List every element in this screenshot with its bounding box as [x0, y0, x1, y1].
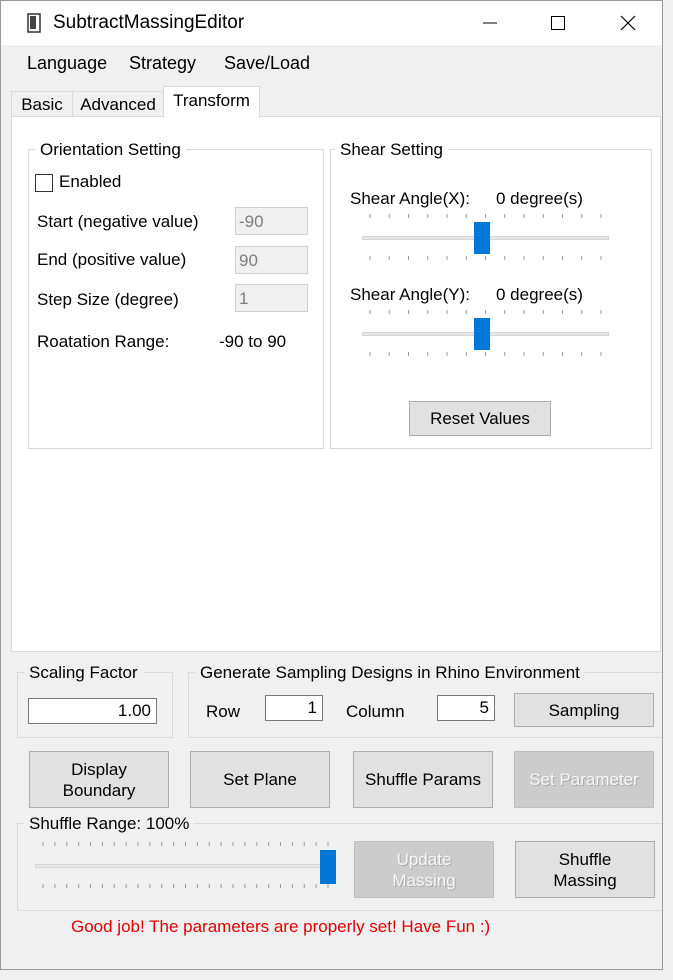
tab-transform[interactable]: Transform: [163, 86, 260, 118]
tab-advanced[interactable]: Advanced: [72, 91, 164, 117]
window-title: SubtractMassingEditor: [53, 12, 245, 33]
display-boundary-button[interactable]: Display Boundary: [29, 751, 169, 808]
slider-ticks-top: [42, 842, 329, 846]
shuffle-range-label: Shuffle Range: 100%: [24, 814, 195, 834]
slider-ticks-top: [369, 214, 602, 218]
shuffle-range-slider[interactable]: [35, 842, 336, 890]
close-button[interactable]: [605, 1, 651, 45]
menu-strategy[interactable]: Strategy: [129, 53, 196, 74]
slider-ticks-bottom: [369, 352, 602, 356]
sampling-group-title: Generate Sampling Designs in Rhino Envir…: [195, 663, 585, 683]
rotation-range-value: -90 to 90: [219, 332, 287, 351]
row-input[interactable]: 1: [265, 695, 323, 721]
set-parameter-button[interactable]: Set Parameter: [514, 751, 654, 808]
shear-group: Shear Setting Shear Angle(X): 0 degree(s…: [330, 140, 652, 449]
slider-thumb[interactable]: [320, 850, 336, 884]
slider-thumb[interactable]: [474, 222, 490, 254]
menu-save-load[interactable]: Save/Load: [224, 53, 310, 74]
close-icon: [620, 15, 636, 31]
maximize-icon: [551, 16, 565, 30]
tab-strip: Basic Advanced Transform: [1, 83, 662, 118]
shuffle-params-button[interactable]: Shuffle Params: [353, 751, 493, 808]
minimize-icon: [483, 22, 497, 24]
shear-x-value: 0 degree(s): [496, 189, 583, 208]
reset-values-button[interactable]: Reset Values: [409, 401, 551, 436]
status-message: Good job! The parameters are properly se…: [71, 917, 491, 936]
slider-track: [35, 864, 336, 868]
scaling-group-title: Scaling Factor: [24, 663, 143, 683]
shuffle-massing-button[interactable]: Shuffle Massing: [515, 841, 655, 898]
shear-y-label: Shear Angle(Y):: [350, 285, 471, 304]
end-label: End (positive value): [37, 250, 187, 269]
shear-x-slider[interactable]: [362, 214, 609, 262]
main-window: SubtractMassingEditor Language Strategy …: [0, 0, 663, 970]
slider-ticks-bottom: [369, 256, 602, 260]
maximize-button[interactable]: [535, 1, 581, 45]
slider-ticks-bottom: [42, 884, 329, 888]
step-input[interactable]: 1: [235, 284, 308, 312]
shear-group-title: Shear Setting: [335, 140, 449, 160]
transform-panel: Orientation Setting Enabled Start (negat…: [11, 116, 661, 652]
slider-ticks-top: [369, 310, 602, 314]
shuffle-group: Shuffle Range: 100% Update Massing Shuff…: [17, 814, 662, 911]
column-input[interactable]: 5: [437, 695, 495, 721]
scaling-group: Scaling Factor 1.00: [17, 663, 173, 738]
slider-thumb[interactable]: [474, 318, 490, 350]
menu-language[interactable]: Language: [27, 53, 107, 74]
shear-x-label: Shear Angle(X):: [350, 189, 471, 208]
tab-basic[interactable]: Basic: [11, 91, 73, 117]
enabled-label: Enabled: [59, 172, 122, 191]
orientation-group-title: Orientation Setting: [35, 140, 186, 160]
sampling-button[interactable]: Sampling: [514, 693, 654, 727]
set-plane-button[interactable]: Set Plane: [190, 751, 330, 808]
menu-bar: Language Strategy Save/Load: [1, 45, 662, 83]
row-label: Row: [206, 702, 241, 721]
title-bar: SubtractMassingEditor: [1, 1, 662, 45]
app-icon: [27, 13, 41, 33]
column-label: Column: [346, 702, 405, 721]
enabled-checkbox[interactable]: [35, 174, 53, 192]
start-label: Start (negative value): [37, 212, 199, 231]
shear-y-value: 0 degree(s): [496, 285, 583, 304]
rotation-range-label: Roatation Range:: [37, 332, 170, 351]
shear-y-slider[interactable]: [362, 310, 609, 358]
scaling-factor-input[interactable]: 1.00: [28, 698, 157, 724]
step-label: Step Size (degree): [37, 290, 179, 309]
end-input[interactable]: 90: [235, 246, 308, 274]
orientation-group: Orientation Setting Enabled Start (negat…: [28, 140, 324, 449]
minimize-button[interactable]: [467, 1, 513, 45]
start-input[interactable]: -90: [235, 207, 308, 235]
sampling-group: Generate Sampling Designs in Rhino Envir…: [188, 663, 662, 738]
update-massing-button[interactable]: Update Massing: [354, 841, 494, 898]
